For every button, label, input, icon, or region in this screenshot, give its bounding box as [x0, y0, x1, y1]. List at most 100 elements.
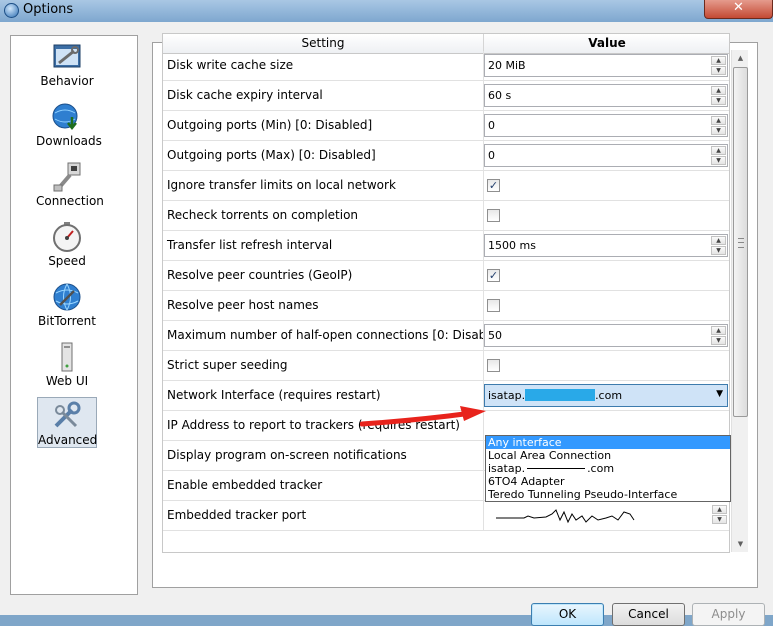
spin-up-arrow-icon[interactable]: ▲ [711, 326, 726, 335]
network-interface-combobox[interactable]: isatap. .com ▼ [484, 384, 728, 407]
scrollbar-thumb[interactable] [733, 67, 748, 417]
sidebar-item-behavior[interactable]: Behavior [36, 39, 98, 95]
redacted-hostname [527, 468, 586, 469]
vertical-scrollbar[interactable]: ▲ ▼ [731, 50, 748, 552]
sidebar-item-webui[interactable]: Web UI [36, 339, 98, 395]
spin-up-arrow-icon[interactable]: ▲ [712, 505, 727, 514]
table-row[interactable]: Resolve peer countries (GeoIP) ✓ [163, 261, 729, 291]
setting-label: Enable embedded tracker [163, 471, 484, 500]
sidebar-item-label: Advanced [38, 433, 98, 447]
value-spinbox[interactable]: 50 ▲ ▼ [484, 324, 728, 347]
spin-up-arrow-icon[interactable]: ▲ [711, 116, 726, 125]
spin-down-arrow-icon[interactable]: ▼ [711, 336, 726, 345]
sidebar-item-label: Downloads [36, 134, 102, 148]
value-checkbox[interactable] [487, 359, 500, 372]
sidebar-item-connection[interactable]: Connection [36, 159, 104, 215]
table-row[interactable]: Transfer list refresh interval 1500 ms ▲ ▼ [163, 231, 729, 261]
dropdown-option[interactable]: Local Area Connection [486, 449, 730, 462]
value-cell [484, 351, 729, 380]
stopwatch-icon [53, 222, 81, 252]
redacted-hostname [525, 389, 596, 401]
spinbox-value: 1500 ms [488, 239, 536, 252]
spinbox-value: 20 MiB [488, 59, 526, 72]
table-row[interactable]: Ignore transfer limits on local network ✓ [163, 171, 729, 201]
spin-up-arrow-icon[interactable]: ▲ [711, 86, 726, 95]
value-spinbox[interactable]: 1500 ms ▲ ▼ [484, 234, 728, 257]
spin-down-arrow-icon[interactable]: ▼ [711, 66, 726, 75]
table-row[interactable]: Outgoing ports (Min) [0: Disabled] 0 ▲ ▼ [163, 111, 729, 141]
scroll-up-arrow-icon[interactable]: ▲ [733, 50, 748, 66]
spinbox-value: 0 [488, 149, 495, 162]
setting-label: Maximum number of half-open connections … [163, 321, 484, 350]
sidebar-item-label: Connection [36, 194, 104, 208]
value-cell: ✓ [484, 261, 729, 290]
table-row[interactable]: Recheck torrents on completion [163, 201, 729, 231]
value-cell: 0 ▲ ▼ [484, 141, 729, 170]
value-checkbox[interactable]: ✓ [487, 179, 500, 192]
value-cell: ▲ ▼ [484, 501, 729, 530]
value-cell: 1500 ms ▲ ▼ [484, 231, 729, 260]
sidebar-item-advanced[interactable]: Advanced [37, 397, 97, 448]
value-cell [484, 291, 729, 320]
spin-down-arrow-icon[interactable]: ▼ [711, 246, 726, 255]
spin-down-arrow-icon[interactable]: ▼ [711, 96, 726, 105]
sidebar-item-label: Speed [48, 254, 86, 268]
window-title: Options [23, 2, 74, 17]
sidebar-item-bittorrent[interactable]: BitTorrent [36, 279, 98, 335]
table-row[interactable]: Disk cache expiry interval 60 s ▲ ▼ [163, 81, 729, 111]
value-cell: 60 s ▲ ▼ [484, 81, 729, 110]
dropdown-option[interactable]: isatap. .com [486, 462, 730, 475]
value-cell: 0 ▲ ▼ [484, 111, 729, 140]
spin-up-arrow-icon[interactable]: ▲ [711, 146, 726, 155]
globe-download-icon [52, 103, 78, 131]
table-row[interactable]: Disk write cache size 20 MiB ▲ ▼ [163, 51, 729, 81]
setting-label: Ignore transfer limits on local network [163, 171, 484, 200]
wrench-window-icon [53, 44, 81, 68]
spin-down-arrow-icon[interactable]: ▼ [712, 515, 727, 524]
spin-up-arrow-icon[interactable]: ▲ [711, 236, 726, 245]
spin-down-arrow-icon[interactable]: ▼ [711, 126, 726, 135]
value-cell [484, 201, 729, 230]
setting-label: Resolve peer host names [163, 291, 484, 320]
sidebar-item-speed[interactable]: Speed [36, 219, 98, 275]
handwritten-scribble-icon [496, 509, 635, 524]
chevron-down-icon[interactable]: ▼ [716, 389, 723, 399]
setting-label: Outgoing ports (Min) [0: Disabled] [163, 111, 484, 140]
table-row[interactable]: Maximum number of half-open connections … [163, 321, 729, 351]
value-spinbox[interactable]: 20 MiB ▲ ▼ [484, 54, 728, 77]
setting-label: Disk cache expiry interval [163, 81, 484, 110]
table-row[interactable]: Resolve peer host names [163, 291, 729, 321]
value-cell: isatap. .com ▼ [484, 381, 729, 410]
dropdown-option[interactable]: 6TO4 Adapter [486, 475, 730, 488]
close-button[interactable]: ✕ [704, 0, 773, 19]
value-spinbox[interactable]: 0 ▲ ▼ [484, 144, 728, 167]
value-cell: ✓ [484, 171, 729, 200]
table-row[interactable]: Outgoing ports (Max) [0: Disabled] 0 ▲ ▼ [163, 141, 729, 171]
network-interface-dropdown-list: Any interface Local Area Connection isatap… [485, 435, 731, 502]
sidebar-item-label: Web UI [45, 374, 89, 388]
value-spinbox[interactable]: 0 ▲ ▼ [484, 114, 728, 137]
spin-up-arrow-icon[interactable]: ▲ [711, 56, 726, 65]
setting-label: Resolve peer countries (GeoIP) [163, 261, 484, 290]
dropdown-option[interactable]: Any interface [486, 436, 730, 449]
value-spinbox[interactable]: 60 s ▲ ▼ [484, 84, 728, 107]
table-row[interactable]: Strict super seeding [163, 351, 729, 381]
setting-label: Disk write cache size [163, 51, 484, 80]
title-bar: Options ✕ [0, 0, 773, 22]
spinbox-value: 60 s [488, 89, 512, 102]
sidebar-item-label: BitTorrent [38, 314, 96, 328]
server-tower-icon [61, 342, 73, 372]
spin-down-arrow-icon[interactable]: ▼ [711, 156, 726, 165]
red-annotation-arrow-icon [360, 406, 486, 427]
value-spinbox[interactable]: ▲ ▼ [484, 504, 728, 527]
value-checkbox[interactable] [487, 299, 500, 312]
setting-label: Display program on-screen notifications [163, 441, 484, 470]
dropdown-option[interactable]: Teredo Tunneling Pseudo-Interface [486, 488, 730, 501]
scroll-down-arrow-icon[interactable]: ▼ [733, 536, 748, 552]
value-checkbox[interactable]: ✓ [487, 269, 500, 282]
value-checkbox[interactable] [487, 209, 500, 222]
sidebar-item-downloads[interactable]: Downloads [36, 99, 102, 155]
spinbox-value: 50 [488, 329, 502, 342]
setting-label: Strict super seeding [163, 351, 484, 380]
table-row[interactable]: Embedded tracker port ▲ ▼ [163, 501, 729, 531]
